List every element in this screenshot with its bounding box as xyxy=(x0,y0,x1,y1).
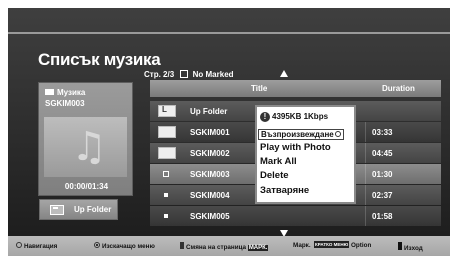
music-note-icon: ♫ xyxy=(71,124,107,170)
page-number: Стр. 2/3 xyxy=(144,70,175,79)
column-separator xyxy=(365,122,366,142)
list-item-name: SGKIM005 xyxy=(190,212,230,221)
hint-page-change: Смяна на страница МАРК. xyxy=(180,242,269,251)
preview-panel: Музика SGKIM003 ♫ 00:00/01:34 xyxy=(38,82,133,196)
list-item-name: SGKIM003 xyxy=(190,170,230,179)
folder-up-icon xyxy=(158,105,176,117)
column-separator xyxy=(365,185,366,205)
checkbox-icon xyxy=(180,70,189,78)
preview-header: Музика SGKIM003 xyxy=(39,83,132,116)
folder-icon xyxy=(158,147,176,159)
file-info: ! 4395KB 1Kbps xyxy=(260,112,328,122)
folder-up-icon xyxy=(50,205,64,215)
album-art: ♫ xyxy=(44,117,127,177)
exit-icon xyxy=(398,242,402,250)
list-item[interactable]: SGKIM005 01:58 xyxy=(150,206,441,226)
info-icon: ! xyxy=(260,112,270,122)
list-item-name: Up Folder xyxy=(190,107,228,116)
navigation-icon xyxy=(16,242,22,248)
popup-menu: ! 4395KB 1Kbps Възпроизвеждане Play with … xyxy=(255,105,356,204)
page-icon xyxy=(180,242,184,249)
folder-icon xyxy=(158,126,176,138)
list-item-duration: 01:30 xyxy=(372,170,393,179)
up-folder-button[interactable]: Up Folder xyxy=(39,199,118,220)
ok-icon xyxy=(94,242,100,248)
option-key-badge: КРАТКО МЕНЮ xyxy=(314,241,350,248)
mark-key-badge: МАРК. xyxy=(247,245,269,251)
playback-time: 00:00/01:34 xyxy=(64,182,109,191)
hint-exit: Изход xyxy=(398,242,423,252)
marked-status: No Marked xyxy=(192,70,234,79)
list-item-duration: 01:58 xyxy=(372,212,393,221)
music-file-icon xyxy=(164,193,168,197)
hint-mark: Марк. xyxy=(293,242,311,249)
list-item-name: SGKIM002 xyxy=(190,149,230,158)
menu-item-play[interactable]: Възпроизвеждане xyxy=(258,129,344,140)
list-item-name: SGKIM004 xyxy=(190,191,230,200)
list-header: Title Duration xyxy=(150,80,441,97)
menu-item-play-with-photo[interactable]: Play with Photo xyxy=(260,142,331,153)
top-divider xyxy=(8,32,450,34)
hint-option: КРАТКО МЕНЮ Option xyxy=(314,241,372,249)
footer-hints: Навигация Изскачащо меню Смяна на страни… xyxy=(8,236,450,256)
file-info-text: 4395KB 1Kbps xyxy=(272,112,329,121)
page-title: Списък музика xyxy=(38,50,161,69)
preview-folder-name: Музика xyxy=(57,88,86,97)
radio-icon xyxy=(334,131,341,137)
menu-item-delete[interactable]: Delete xyxy=(260,170,289,181)
list-item-name: SGKIM001 xyxy=(190,128,230,137)
up-folder-label: Up Folder xyxy=(74,205,112,214)
folder-icon xyxy=(45,89,54,95)
menu-item-close[interactable]: Затваряне xyxy=(260,185,309,196)
column-separator xyxy=(365,206,366,226)
column-duration: Duration xyxy=(382,84,415,93)
hint-popup: Изскачащо меню xyxy=(94,242,155,250)
menu-item-label: Възпроизвеждане xyxy=(261,130,334,139)
list-item-duration: 04:45 xyxy=(372,149,393,158)
page-info: Стр. 2/3 No Marked xyxy=(144,69,234,79)
column-title: Title xyxy=(251,84,268,93)
scroll-up-arrow-icon[interactable] xyxy=(280,70,288,77)
column-separator xyxy=(365,143,366,163)
menu-item-mark-all[interactable]: Mark All xyxy=(260,156,297,167)
preview-item-name: SGKIM003 xyxy=(45,99,85,108)
list-item-duration: 03:33 xyxy=(372,128,393,137)
hint-navigation: Навигация xyxy=(16,242,57,250)
column-separator xyxy=(365,164,366,184)
music-file-icon xyxy=(164,214,168,218)
list-item-duration: 02:37 xyxy=(372,191,393,200)
music-file-icon xyxy=(163,171,169,177)
